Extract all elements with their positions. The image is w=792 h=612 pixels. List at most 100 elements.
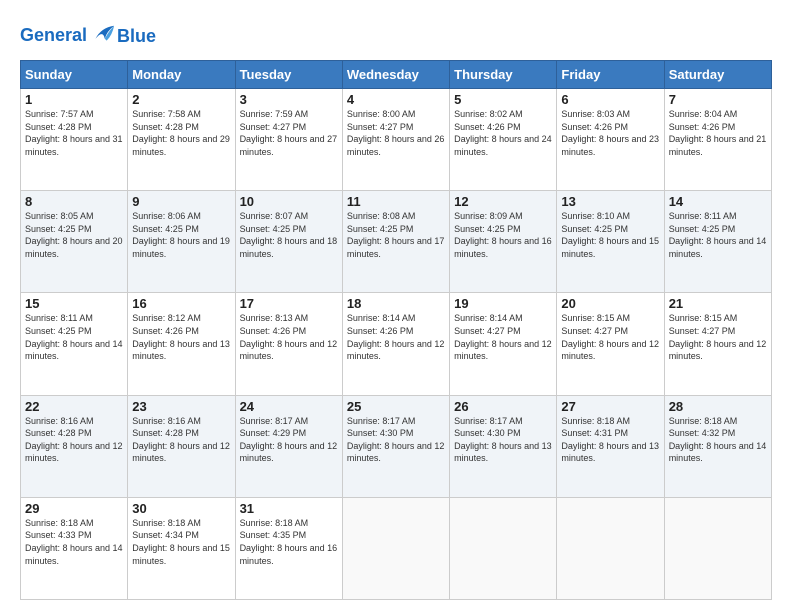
day-cell: 5Sunrise: 8:02 AMSunset: 4:26 PMDaylight… — [450, 89, 557, 191]
day-number: 21 — [669, 296, 767, 311]
day-number: 16 — [132, 296, 230, 311]
day-info: Sunrise: 8:18 AMSunset: 4:33 PMDaylight:… — [25, 517, 123, 567]
day-info: Sunrise: 8:17 AMSunset: 4:30 PMDaylight:… — [454, 415, 552, 465]
day-cell: 29Sunrise: 8:18 AMSunset: 4:33 PMDayligh… — [21, 497, 128, 599]
day-number: 11 — [347, 194, 445, 209]
day-info: Sunrise: 8:05 AMSunset: 4:25 PMDaylight:… — [25, 210, 123, 260]
day-number: 19 — [454, 296, 552, 311]
day-number: 18 — [347, 296, 445, 311]
logo-blue-text: Blue — [117, 26, 156, 47]
day-number: 31 — [240, 501, 338, 516]
header: General Blue — [20, 18, 772, 50]
day-cell: 4Sunrise: 8:00 AMSunset: 4:27 PMDaylight… — [342, 89, 449, 191]
day-cell: 23Sunrise: 8:16 AMSunset: 4:28 PMDayligh… — [128, 395, 235, 497]
day-cell: 8Sunrise: 8:05 AMSunset: 4:25 PMDaylight… — [21, 191, 128, 293]
day-info: Sunrise: 8:03 AMSunset: 4:26 PMDaylight:… — [561, 108, 659, 158]
week-row-4: 22Sunrise: 8:16 AMSunset: 4:28 PMDayligh… — [21, 395, 772, 497]
day-info: Sunrise: 8:08 AMSunset: 4:25 PMDaylight:… — [347, 210, 445, 260]
day-info: Sunrise: 8:15 AMSunset: 4:27 PMDaylight:… — [561, 312, 659, 362]
day-number: 14 — [669, 194, 767, 209]
day-info: Sunrise: 8:16 AMSunset: 4:28 PMDaylight:… — [132, 415, 230, 465]
day-info: Sunrise: 8:17 AMSunset: 4:29 PMDaylight:… — [240, 415, 338, 465]
weekday-header-thursday: Thursday — [450, 61, 557, 89]
calendar-body: 1Sunrise: 7:57 AMSunset: 4:28 PMDaylight… — [21, 89, 772, 600]
day-number: 1 — [25, 92, 123, 107]
day-info: Sunrise: 8:18 AMSunset: 4:34 PMDaylight:… — [132, 517, 230, 567]
day-number: 22 — [25, 399, 123, 414]
weekday-header-row: SundayMondayTuesdayWednesdayThursdayFrid… — [21, 61, 772, 89]
day-info: Sunrise: 8:18 AMSunset: 4:35 PMDaylight:… — [240, 517, 338, 567]
weekday-header-monday: Monday — [128, 61, 235, 89]
day-info: Sunrise: 8:09 AMSunset: 4:25 PMDaylight:… — [454, 210, 552, 260]
week-row-3: 15Sunrise: 8:11 AMSunset: 4:25 PMDayligh… — [21, 293, 772, 395]
day-cell: 26Sunrise: 8:17 AMSunset: 4:30 PMDayligh… — [450, 395, 557, 497]
day-number: 20 — [561, 296, 659, 311]
day-number: 27 — [561, 399, 659, 414]
weekday-header-sunday: Sunday — [21, 61, 128, 89]
day-info: Sunrise: 8:04 AMSunset: 4:26 PMDaylight:… — [669, 108, 767, 158]
day-number: 29 — [25, 501, 123, 516]
day-cell: 25Sunrise: 8:17 AMSunset: 4:30 PMDayligh… — [342, 395, 449, 497]
day-info: Sunrise: 8:12 AMSunset: 4:26 PMDaylight:… — [132, 312, 230, 362]
day-number: 12 — [454, 194, 552, 209]
day-cell: 19Sunrise: 8:14 AMSunset: 4:27 PMDayligh… — [450, 293, 557, 395]
day-cell: 21Sunrise: 8:15 AMSunset: 4:27 PMDayligh… — [664, 293, 771, 395]
day-number: 13 — [561, 194, 659, 209]
day-cell: 22Sunrise: 8:16 AMSunset: 4:28 PMDayligh… — [21, 395, 128, 497]
day-number: 5 — [454, 92, 552, 107]
logo: General Blue — [20, 22, 156, 50]
week-row-2: 8Sunrise: 8:05 AMSunset: 4:25 PMDaylight… — [21, 191, 772, 293]
day-info: Sunrise: 8:06 AMSunset: 4:25 PMDaylight:… — [132, 210, 230, 260]
day-cell: 24Sunrise: 8:17 AMSunset: 4:29 PMDayligh… — [235, 395, 342, 497]
day-info: Sunrise: 8:18 AMSunset: 4:31 PMDaylight:… — [561, 415, 659, 465]
day-cell: 28Sunrise: 8:18 AMSunset: 4:32 PMDayligh… — [664, 395, 771, 497]
day-info: Sunrise: 8:11 AMSunset: 4:25 PMDaylight:… — [669, 210, 767, 260]
day-cell: 6Sunrise: 8:03 AMSunset: 4:26 PMDaylight… — [557, 89, 664, 191]
day-number: 26 — [454, 399, 552, 414]
weekday-header-friday: Friday — [557, 61, 664, 89]
day-number: 10 — [240, 194, 338, 209]
day-number: 24 — [240, 399, 338, 414]
day-cell: 3Sunrise: 7:59 AMSunset: 4:27 PMDaylight… — [235, 89, 342, 191]
day-number: 4 — [347, 92, 445, 107]
day-number: 6 — [561, 92, 659, 107]
day-info: Sunrise: 7:58 AMSunset: 4:28 PMDaylight:… — [132, 108, 230, 158]
day-info: Sunrise: 8:15 AMSunset: 4:27 PMDaylight:… — [669, 312, 767, 362]
day-cell: 27Sunrise: 8:18 AMSunset: 4:31 PMDayligh… — [557, 395, 664, 497]
day-number: 15 — [25, 296, 123, 311]
day-number: 8 — [25, 194, 123, 209]
day-info: Sunrise: 8:16 AMSunset: 4:28 PMDaylight:… — [25, 415, 123, 465]
weekday-header-wednesday: Wednesday — [342, 61, 449, 89]
day-cell — [450, 497, 557, 599]
day-info: Sunrise: 8:17 AMSunset: 4:30 PMDaylight:… — [347, 415, 445, 465]
day-info: Sunrise: 8:07 AMSunset: 4:25 PMDaylight:… — [240, 210, 338, 260]
day-cell: 12Sunrise: 8:09 AMSunset: 4:25 PMDayligh… — [450, 191, 557, 293]
day-number: 3 — [240, 92, 338, 107]
day-cell: 7Sunrise: 8:04 AMSunset: 4:26 PMDaylight… — [664, 89, 771, 191]
day-cell — [342, 497, 449, 599]
day-cell: 15Sunrise: 8:11 AMSunset: 4:25 PMDayligh… — [21, 293, 128, 395]
day-cell: 20Sunrise: 8:15 AMSunset: 4:27 PMDayligh… — [557, 293, 664, 395]
day-cell: 14Sunrise: 8:11 AMSunset: 4:25 PMDayligh… — [664, 191, 771, 293]
day-number: 23 — [132, 399, 230, 414]
day-info: Sunrise: 7:59 AMSunset: 4:27 PMDaylight:… — [240, 108, 338, 158]
day-cell: 9Sunrise: 8:06 AMSunset: 4:25 PMDaylight… — [128, 191, 235, 293]
day-cell — [664, 497, 771, 599]
day-cell: 2Sunrise: 7:58 AMSunset: 4:28 PMDaylight… — [128, 89, 235, 191]
logo-bird-icon — [88, 22, 116, 50]
day-number: 9 — [132, 194, 230, 209]
day-number: 30 — [132, 501, 230, 516]
day-info: Sunrise: 8:14 AMSunset: 4:27 PMDaylight:… — [454, 312, 552, 362]
weekday-header-saturday: Saturday — [664, 61, 771, 89]
day-number: 28 — [669, 399, 767, 414]
day-cell: 10Sunrise: 8:07 AMSunset: 4:25 PMDayligh… — [235, 191, 342, 293]
day-info: Sunrise: 8:14 AMSunset: 4:26 PMDaylight:… — [347, 312, 445, 362]
day-cell: 18Sunrise: 8:14 AMSunset: 4:26 PMDayligh… — [342, 293, 449, 395]
day-info: Sunrise: 7:57 AMSunset: 4:28 PMDaylight:… — [25, 108, 123, 158]
week-row-5: 29Sunrise: 8:18 AMSunset: 4:33 PMDayligh… — [21, 497, 772, 599]
day-cell — [557, 497, 664, 599]
day-cell: 17Sunrise: 8:13 AMSunset: 4:26 PMDayligh… — [235, 293, 342, 395]
day-number: 17 — [240, 296, 338, 311]
logo-text: General — [20, 22, 117, 50]
week-row-1: 1Sunrise: 7:57 AMSunset: 4:28 PMDaylight… — [21, 89, 772, 191]
